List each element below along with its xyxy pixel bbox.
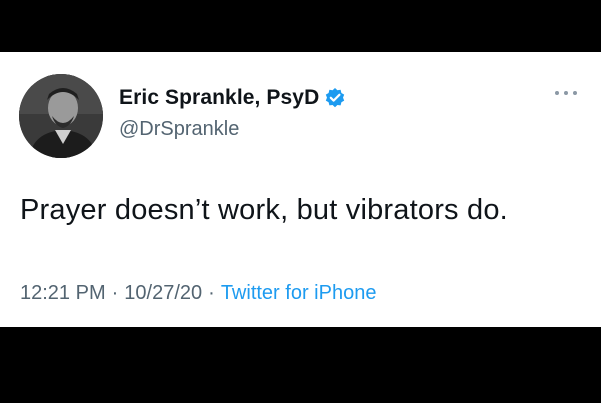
meta-separator: · (208, 282, 215, 304)
tweet-card: Eric Sprankle, PsyD @DrSprankle Prayer d… (0, 52, 601, 327)
author-row: Eric Sprankle, PsyD (119, 86, 346, 110)
tweet-meta: 12:21 PM · 10/27/20 · Twitter for iPhone (20, 282, 376, 305)
meta-separator: · (111, 282, 119, 304)
tweet-text: Prayer doesn’t work, but vibrators do. (20, 194, 508, 226)
letterbox-bottom (0, 327, 601, 403)
tweet-time[interactable]: 12:21 PM (20, 282, 106, 304)
author-name[interactable]: Eric Sprankle, PsyD (119, 86, 319, 110)
more-options-icon[interactable] (555, 88, 579, 98)
tweet-source-link[interactable]: Twitter for iPhone (221, 282, 377, 304)
author-handle[interactable]: @DrSprankle (119, 118, 239, 141)
tweet-date[interactable]: 10/27/20 (124, 282, 202, 304)
verified-badge-icon (324, 87, 346, 109)
avatar[interactable] (19, 74, 103, 158)
letterbox-top (0, 0, 601, 52)
